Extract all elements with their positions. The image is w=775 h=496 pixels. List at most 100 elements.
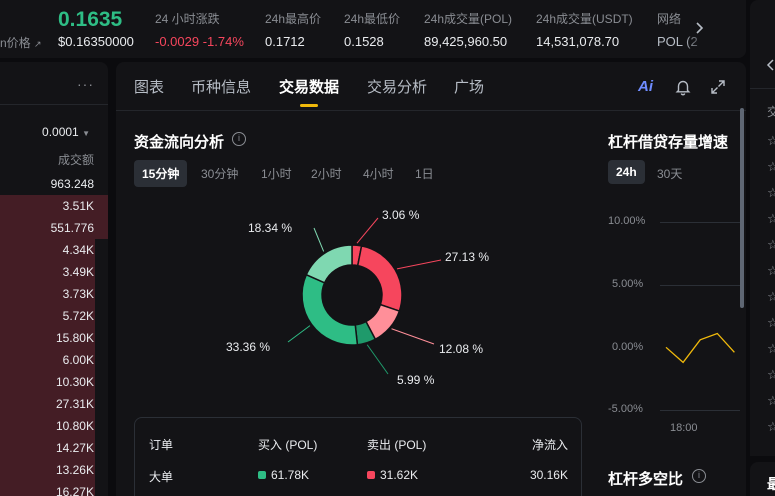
tab-divider (116, 110, 746, 111)
favorite-star-icon[interactable]: ☆ (767, 289, 775, 305)
tab-trading-analysis[interactable]: 交易分析 (367, 76, 427, 97)
external-link-icon[interactable]: ↗ (34, 39, 42, 49)
orderbook-row[interactable]: 5.72K (0, 305, 108, 327)
donut-slice-medium-sell[interactable] (356, 245, 403, 313)
stat-network-label: 网络 (657, 12, 682, 26)
interval-1h[interactable]: 1小时 (253, 160, 300, 187)
turnover-value: 3.49K (62, 265, 94, 279)
interval-2h[interactable]: 2小时 (303, 160, 350, 187)
orderbook-row[interactable]: 551.776 (0, 217, 108, 239)
tab-chart[interactable]: 图表 (134, 76, 164, 97)
orderbook-row[interactable]: 4.34K (0, 239, 108, 261)
turnover-column-header: 成交额 (57, 153, 94, 167)
donut-leader-line (366, 344, 389, 375)
caret-down-icon: ▼ (82, 129, 90, 138)
row-net-inflow: 30.16K (529, 468, 568, 482)
orderbook-row[interactable]: 10.80K (0, 415, 108, 437)
orderbook-row[interactable]: 3.49K (0, 261, 108, 283)
chevron-left-icon[interactable] (766, 58, 775, 77)
orderbook-row[interactable]: 27.31K (0, 393, 108, 415)
market-trades-panel: 最 (750, 462, 775, 496)
orderbook-row[interactable]: 3.51K (0, 195, 108, 217)
expand-icon[interactable] (709, 78, 727, 96)
turnover-value: 16.27K (55, 485, 94, 496)
row-order-type: 大单 (149, 470, 174, 484)
scrollbar[interactable] (740, 108, 744, 308)
turnover-value: 13.26K (55, 463, 94, 477)
favorite-star-icon[interactable]: ☆ (767, 185, 775, 201)
donut-leader-line (356, 217, 379, 244)
gridline (660, 410, 740, 411)
orderbook-row[interactable]: 15.80K (0, 327, 108, 349)
more-options-icon[interactable]: ··· (77, 76, 94, 92)
donut-label-small-sell: 12.08 % (439, 342, 484, 356)
margin-interval-30d[interactable]: 30天 (649, 160, 690, 187)
stat-high-label: 24h最高价 (265, 12, 322, 26)
orderbook-panel: ··· 0.0001 ▼ 成交额 963.248 3.51K 551.776 4.34… (0, 62, 108, 496)
turnover-value: 27.31K (55, 397, 94, 411)
margin-growth-title: 杠杆借贷存量增速 (608, 134, 729, 151)
info-icon[interactable]: i (232, 132, 246, 146)
interval-1d[interactable]: 1日 (407, 160, 442, 187)
last-price: 0.1635 (58, 8, 123, 31)
orderbook-row[interactable]: 10.30K (0, 371, 108, 393)
turnover-value: 14.27K (55, 441, 94, 455)
stat-change-value: -0.0029 -1.74% (155, 34, 244, 49)
orderbook-row[interactable]: 13.26K (0, 459, 108, 481)
price-label: n价格 ↗ (0, 36, 42, 50)
info-icon[interactable]: i (692, 469, 706, 483)
divider (750, 88, 775, 89)
stat-low-label: 24h最低价 (344, 12, 401, 26)
donut-label-large-sell: 3.06 % (382, 208, 420, 222)
precision-select[interactable]: 0.0001 ▼ (42, 125, 90, 139)
tab-trading-data[interactable]: 交易数据 (279, 76, 339, 97)
active-tab-indicator (300, 104, 318, 107)
donut-leader-line (396, 259, 442, 270)
header-sell: 卖出 (POL) (367, 438, 427, 452)
donut-slice-medium-buy[interactable] (301, 273, 359, 346)
orderbook-row[interactable]: 963.248 (0, 173, 108, 195)
favorite-star-icon[interactable]: ☆ (767, 211, 775, 227)
sell-legend-swatch (367, 471, 375, 479)
favorite-star-icon[interactable]: ☆ (767, 419, 775, 435)
orderbook-row[interactable]: 14.27K (0, 437, 108, 459)
turnover-value: 3.73K (62, 287, 94, 301)
ticker-bar: 0.1635 n价格 ↗ $0.16350000 24 小时涨跌 -0.0029… (0, 0, 746, 58)
interval-4h[interactable]: 4小时 (355, 160, 402, 187)
turnover-value: 15.80K (55, 331, 94, 345)
donut-label-small-buy: 18.34 % (248, 221, 293, 235)
header-net-inflow: 净流入 (531, 438, 568, 452)
orderbook-row[interactable]: 16.27K (0, 481, 108, 496)
favorite-star-icon[interactable]: ☆ (767, 159, 775, 175)
bell-icon[interactable] (674, 78, 692, 96)
usd-price: $0.16350000 (58, 34, 134, 49)
orderbook-row[interactable]: 6.00K (0, 349, 108, 371)
turnover-value: 6.00K (62, 353, 94, 367)
margin-interval-24h[interactable]: 24h (608, 160, 645, 184)
favorite-star-icon[interactable]: ☆ (767, 367, 775, 383)
favorite-star-icon[interactable]: ☆ (767, 237, 775, 253)
orderbook-row[interactable]: 3.73K (0, 283, 108, 305)
interval-30m[interactable]: 30分钟 (193, 160, 246, 187)
tab-coin-info[interactable]: 币种信息 (191, 76, 251, 97)
favorite-star-icon[interactable]: ☆ (767, 315, 775, 331)
favorite-star-icon[interactable]: ☆ (767, 393, 775, 409)
donut-slice-small-buy[interactable] (305, 244, 353, 284)
favorite-star-icon[interactable]: ☆ (767, 133, 775, 149)
turnover-value: 10.30K (55, 375, 94, 389)
turnover-value: 5.72K (62, 309, 94, 323)
favorite-star-icon[interactable]: ☆ (767, 341, 775, 357)
fund-flow-title: 资金流向分析 (134, 134, 225, 151)
donut-leader-line (287, 325, 311, 343)
favorite-star-icon[interactable]: ☆ (767, 263, 775, 279)
margin-growth-series-line (665, 332, 735, 364)
tab-square[interactable]: 广场 (454, 76, 484, 97)
turnover-value: 10.80K (55, 419, 94, 433)
chevron-right-icon[interactable] (694, 18, 706, 38)
header-order: 订单 (149, 438, 174, 452)
divider (0, 104, 108, 105)
donut-label-medium-sell: 27.13 % (445, 250, 490, 264)
ai-icon[interactable]: Ai (638, 78, 656, 96)
interval-15m[interactable]: 15分钟 (134, 160, 188, 187)
stat-low-value: 0.1528 (344, 34, 384, 49)
